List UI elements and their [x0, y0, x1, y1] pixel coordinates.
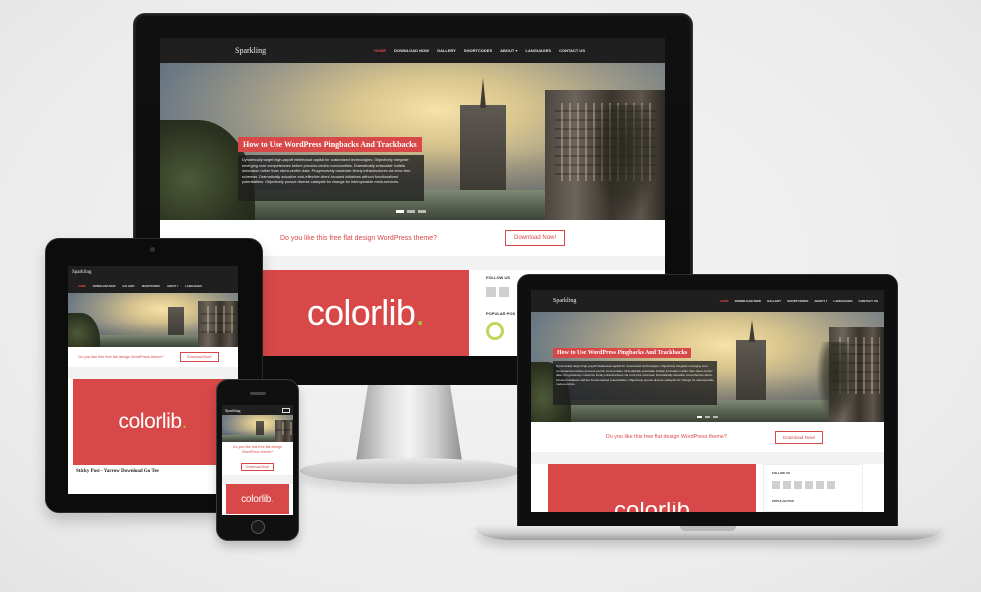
menu-item-home[interactable]: HOME — [374, 48, 386, 53]
menu-item-shortcodes[interactable]: SHORTCODES — [464, 48, 492, 53]
tablet-navbar: Sparkling — [68, 266, 238, 279]
laptop-notch — [680, 526, 736, 531]
laptop-menu: HOME DOWNLOAD NOW GALLERY SHORTCODES ABO… — [720, 299, 878, 303]
linkedin-icon[interactable] — [816, 481, 824, 489]
laptop-colorlib-text: colorlib — [614, 502, 690, 512]
tablet-menu-shortcodes[interactable]: SHORTCODES — [142, 285, 160, 288]
menu-item-contact[interactable]: CONTACT US — [559, 48, 585, 53]
laptop-sidebar: FOLLOW US POPULAR POS — [763, 464, 863, 512]
phone-home-button — [251, 520, 265, 534]
tablet-screen: Sparkling HOME DOWNLOAD NOW GALLERY SHOR… — [68, 266, 238, 494]
colorlib-banner[interactable]: colorlib. — [263, 270, 469, 356]
tablet-brand[interactable]: Sparkling — [72, 270, 91, 275]
laptop-hero-excerpt: Dynamically target high-payoff intellect… — [553, 361, 717, 405]
site-brand[interactable]: Sparkling — [235, 46, 266, 55]
laptop-hero-title[interactable]: How to Use WordPress Pingbacks And Track… — [553, 348, 692, 358]
tablet-camera — [150, 247, 155, 252]
monitor-stand — [355, 385, 463, 467]
tablet-menu-gallery[interactable]: GALLERY — [122, 285, 134, 288]
twitter-icon[interactable] — [783, 481, 791, 489]
monitor-stand-base — [300, 458, 520, 484]
phone-colorlib-text: colorlib — [241, 493, 272, 505]
colorlib-logo-dot: . — [415, 292, 426, 333]
menu-item-download[interactable]: DOWNLOAD NOW — [394, 48, 429, 53]
notre-dame-illustration — [460, 105, 506, 190]
tablet-menu: HOME DOWNLOAD NOW GALLERY SHORTCODES ABO… — [68, 279, 238, 293]
facebook-icon[interactable] — [772, 481, 780, 489]
phone-download-button[interactable]: Download Now! — [240, 463, 275, 471]
tablet-menu-download[interactable]: DOWNLOAD NOW — [93, 285, 116, 288]
tablet-post-title[interactable]: Sticky Post - Yarrow Download Go Tee — [68, 465, 238, 478]
laptop-follow-us: FOLLOW US — [772, 471, 790, 475]
menu-item-about[interactable]: ABOUT ▾ — [500, 48, 517, 53]
phone-colorlib-banner[interactable]: colorlib. — [226, 484, 289, 514]
laptop-brand[interactable]: Sparkling — [553, 298, 576, 304]
laptop-popular-posts: POPULAR POS — [772, 499, 794, 503]
hamburger-icon[interactable] — [282, 407, 290, 413]
tablet-colorlib-banner[interactable]: colorlib. — [73, 379, 233, 465]
hero-title[interactable]: How to Use WordPress Pingbacks And Track… — [238, 137, 422, 152]
laptop-menu-home[interactable]: HOME — [720, 299, 729, 303]
facebook-icon[interactable] — [486, 287, 496, 297]
download-now-button[interactable]: Download Now! — [505, 230, 566, 246]
laptop-menu-download[interactable]: DOWNLOAD NOW — [735, 299, 761, 303]
slider-dots[interactable] — [396, 210, 426, 213]
cta-question: Do you like this free flat design WordPr… — [279, 234, 438, 242]
tablet-hero[interactable] — [68, 293, 238, 347]
phone-hero[interactable] — [222, 415, 293, 442]
tablet-download-button[interactable]: Download Now! — [180, 352, 219, 362]
tablet-menu-about[interactable]: ABOUT ▾ — [167, 285, 178, 288]
menu-item-gallery[interactable]: GALLERY — [437, 48, 456, 53]
laptop-slider-dots[interactable] — [697, 416, 718, 418]
hero-slider[interactable]: How to Use WordPress Pingbacks And Track… — [160, 63, 665, 220]
monitor-navbar: Sparkling HOME DOWNLOAD NOW GALLERY SHOR… — [160, 38, 665, 63]
phone-navbar: Sparkling — [222, 405, 293, 415]
laptop-menu-languages[interactable]: LANGUAGES — [833, 299, 852, 303]
main-menu: HOME DOWNLOAD NOW GALLERY SHORTCODES ABO… — [374, 48, 585, 53]
hero-excerpt: Dynamically target high-payoff intellect… — [238, 155, 424, 201]
tablet-colorlib-dot: . — [181, 410, 188, 433]
youtube-icon[interactable] — [805, 481, 813, 489]
menu-item-languages[interactable]: LANGUAGES — [526, 48, 552, 53]
tablet-menu-languages[interactable]: LANGUAGES — [185, 285, 202, 288]
laptop-cta: Do you like this free flat design WordPr… — [531, 422, 884, 452]
laptop-menu-shortcodes[interactable]: SHORTCODES — [787, 299, 808, 303]
tablet-colorlib-text: colorlib — [118, 410, 182, 433]
rss-icon[interactable] — [827, 481, 835, 489]
colorlib-logo-text: colorlib — [306, 292, 416, 333]
laptop-menu-about[interactable]: ABOUT ▾ — [814, 299, 827, 303]
phone-speaker — [250, 392, 266, 395]
popular-post-thumb[interactable] — [486, 322, 504, 340]
laptop-cta-question: Do you like this free flat design WordPr… — [605, 434, 727, 440]
phone-cta-question: Do you like this free flat design WordPr… — [233, 445, 282, 454]
twitter-icon[interactable] — [499, 287, 509, 297]
laptop-menu-gallery[interactable]: GALLERY — [767, 299, 781, 303]
tablet-menu-home[interactable]: HOME — [78, 285, 86, 288]
laptop-screen: Sparkling HOME DOWNLOAD NOW GALLERY SHOR… — [531, 290, 884, 512]
phone-screen: Sparkling Do you like this free flat des… — [222, 405, 293, 515]
laptop-navbar: Sparkling HOME DOWNLOAD NOW GALLERY SHOR… — [531, 290, 884, 312]
phone-colorlib-dot: . — [271, 493, 274, 505]
laptop-hero[interactable]: How to Use WordPress Pingbacks And Track… — [531, 312, 884, 422]
tablet-cta: Do you like this free flat design WordPr… — [68, 347, 238, 367]
tablet-cta-question: Do you like this free flat design WordPr… — [78, 354, 164, 359]
laptop-menu-contact[interactable]: CONTACT US — [859, 299, 878, 303]
phone-brand[interactable]: Sparkling — [225, 408, 241, 413]
google-plus-icon[interactable] — [794, 481, 802, 489]
phone-cta: Do you like this free flat design WordPr… — [222, 442, 293, 475]
laptop-colorlib-banner[interactable]: colorlib — [548, 464, 756, 512]
laptop-download-button[interactable]: Download Now! — [774, 430, 824, 444]
laptop-social-icons — [772, 481, 854, 489]
